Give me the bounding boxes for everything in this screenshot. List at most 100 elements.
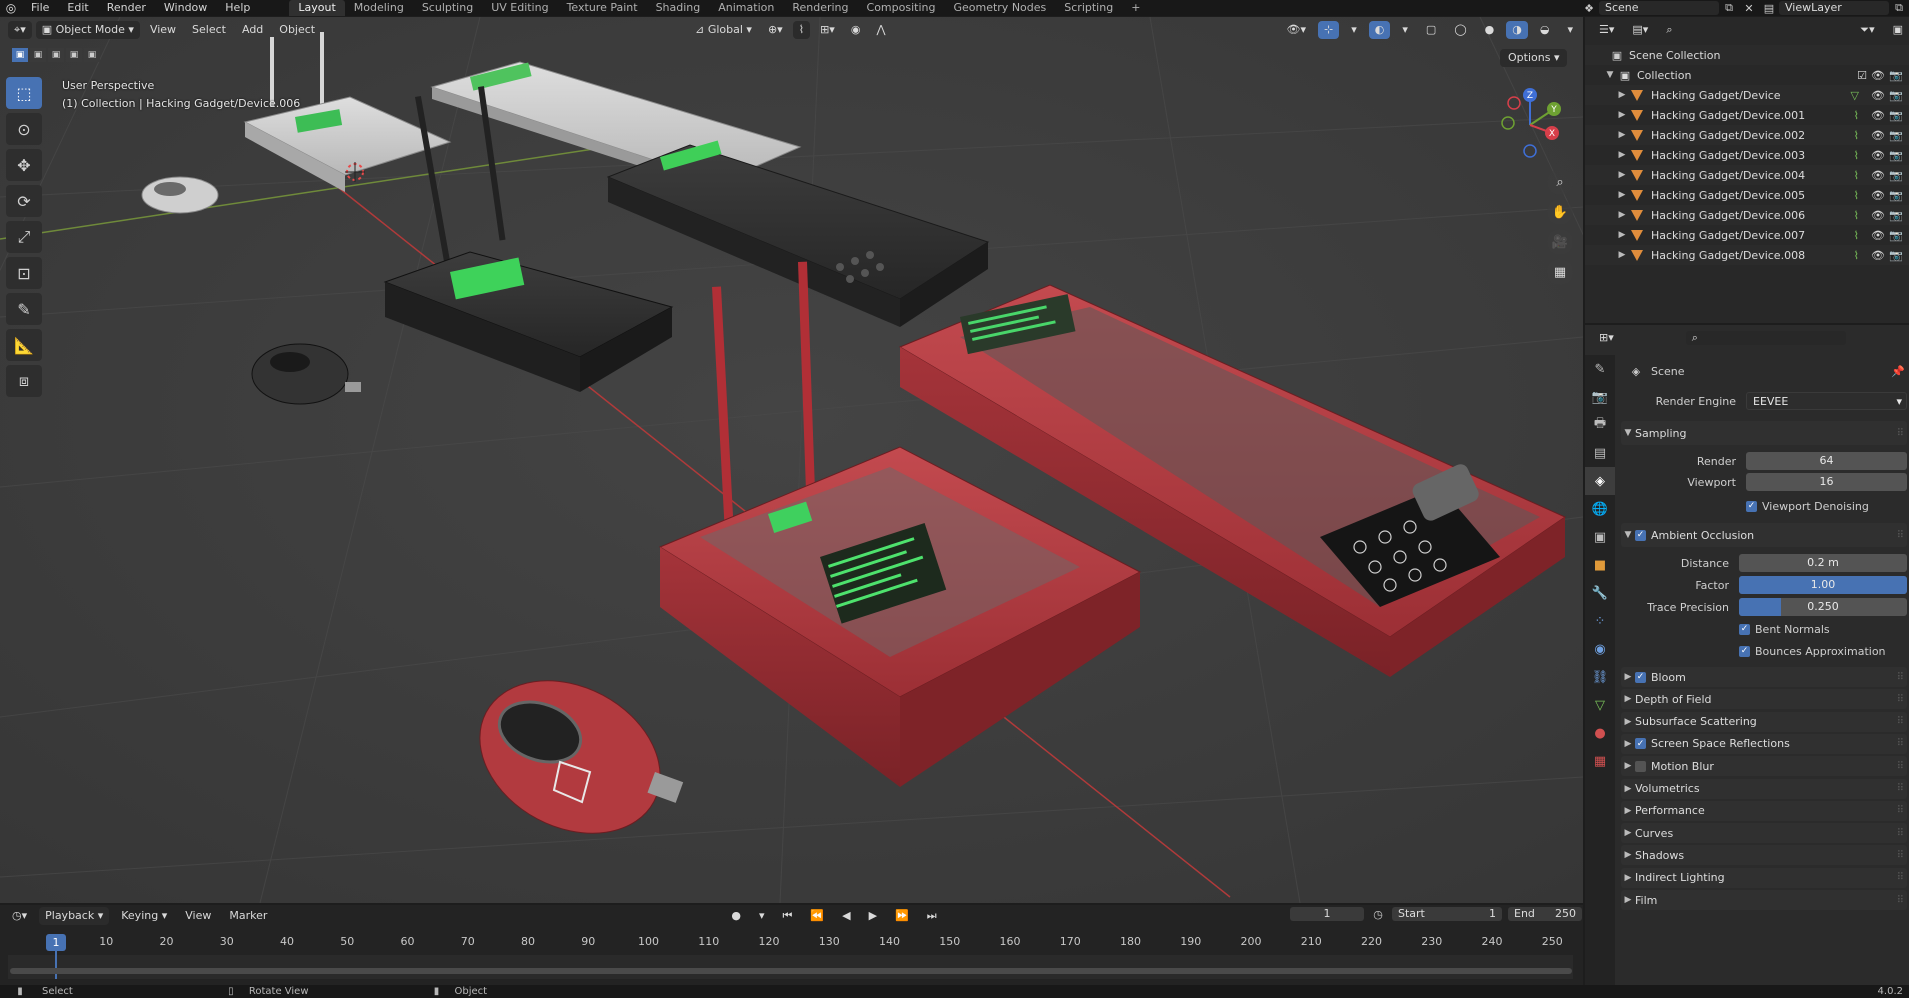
panel-header[interactable]: ▶ Indirect Lighting ⠿ xyxy=(1621,867,1907,888)
delete-scene-icon[interactable]: ✕ xyxy=(1739,2,1759,15)
expand-icon[interactable]: ▶ xyxy=(1615,250,1629,260)
menu-window[interactable]: Window xyxy=(155,0,216,16)
menu-select[interactable]: Select xyxy=(186,21,232,39)
tab-animation[interactable]: Animation xyxy=(709,0,783,16)
tab-sculpting[interactable]: Sculpting xyxy=(413,0,482,16)
viewport-scene[interactable] xyxy=(0,17,1583,903)
current-frame-field[interactable]: 1 xyxy=(1290,907,1364,921)
pan-hand-icon[interactable]: ✋ xyxy=(1547,199,1573,225)
viewport-denoising-row[interactable]: ✓ Viewport Denoising xyxy=(1621,496,1907,516)
outliner-item[interactable]: ▶ Hacking Gadget/Device.002 ⌇ 👁 📷 xyxy=(1585,125,1909,145)
scene-icon[interactable]: ❖ xyxy=(1579,2,1599,15)
camera-view-icon[interactable]: 🎥 xyxy=(1547,229,1573,255)
shading-dropdown-icon[interactable]: ▾ xyxy=(1561,21,1579,39)
modifier-icon[interactable]: ⌇ xyxy=(1854,229,1859,242)
visibility-eye-icon[interactable]: 👁 xyxy=(1871,189,1885,202)
material-tab-icon[interactable]: ● xyxy=(1585,719,1615,747)
options-button[interactable]: Options ▾ xyxy=(1500,49,1568,67)
keying-menu[interactable]: Keying ▾ xyxy=(115,907,173,925)
visibility-eye-icon[interactable]: 👁 xyxy=(1871,229,1885,242)
render-camera-icon[interactable]: 📷 xyxy=(1889,229,1903,242)
modifier-icon[interactable]: ⌇ xyxy=(1854,109,1859,122)
modifier-icon[interactable]: ⌇ xyxy=(1854,149,1859,162)
snap-icon[interactable]: ⌇ xyxy=(792,21,811,39)
object-mode-dropdown[interactable]: ▣ Object Mode ▾ xyxy=(35,21,140,39)
object-tab-icon[interactable]: ■ xyxy=(1585,551,1615,579)
outliner-item[interactable]: ▶ Hacking Gadget/Device.001 ⌇ 👁 📷 xyxy=(1585,105,1909,125)
properties-editor-type-icon[interactable]: ⊞▾ xyxy=(1593,329,1620,347)
drag-handle-icon[interactable]: ⠿ xyxy=(1897,738,1904,749)
drag-handle-icon[interactable]: ⠿ xyxy=(1897,895,1904,906)
tab-scripting[interactable]: Scripting xyxy=(1055,0,1122,16)
tool-tab-icon[interactable]: ✎ xyxy=(1585,355,1615,383)
render-samples-field[interactable]: 64 xyxy=(1746,452,1907,470)
sampling-panel-header[interactable]: ▼ Sampling ⠿ xyxy=(1621,421,1907,445)
preview-range-clock-icon[interactable]: ◷ xyxy=(1370,908,1386,921)
expand-icon[interactable]: ▶ xyxy=(1615,170,1629,180)
panel-header[interactable]: ▶ Volumetrics ⠿ xyxy=(1621,778,1907,799)
expand-icon[interactable]: ▶ xyxy=(1615,150,1629,160)
modifier-icon[interactable]: ⌇ xyxy=(1854,129,1859,142)
expand-icon[interactable]: ▶ xyxy=(1615,230,1629,240)
ao-factor-slider[interactable]: 1.00 xyxy=(1739,576,1907,594)
properties-search-input[interactable]: ⌕ xyxy=(1685,331,1846,345)
play-reverse-icon[interactable]: ◀ xyxy=(836,907,856,925)
menu-file[interactable]: File xyxy=(22,0,58,16)
render-engine-dropdown[interactable]: EEVEE ▾ xyxy=(1746,392,1907,410)
jump-next-key-icon[interactable]: ⏩ xyxy=(889,907,915,925)
modifier-icon[interactable]: ⌇ xyxy=(1854,249,1859,262)
scene-collection-row[interactable]: ▣ Scene Collection xyxy=(1585,45,1909,65)
physics-tab-icon[interactable]: ◉ xyxy=(1585,635,1615,663)
tab-layout[interactable]: Layout xyxy=(289,0,345,16)
ortho-grid-icon[interactable]: ▦ xyxy=(1547,259,1573,285)
texture-tab-icon[interactable]: ▦ xyxy=(1585,747,1615,775)
modifier-icon[interactable]: ⌇ xyxy=(1854,169,1859,182)
visibility-eye-icon[interactable]: 👁 xyxy=(1871,149,1885,162)
panel-header[interactable]: ▶ ✓ Screen Space Reflections ⠿ xyxy=(1621,733,1907,754)
expand-icon[interactable]: ▶ xyxy=(1615,90,1629,100)
select-intersect-icon[interactable]: ▣ xyxy=(84,48,100,62)
end-frame-field[interactable]: End 250 xyxy=(1508,907,1582,921)
timeline-scrollbar[interactable] xyxy=(10,968,1572,974)
ao-panel-header[interactable]: ▼ ✓ Ambient Occlusion ⠿ xyxy=(1621,523,1907,547)
display-mode-icon[interactable]: ▤▾ xyxy=(1626,21,1654,39)
rotate-tool-icon[interactable]: ⟳ xyxy=(6,185,42,217)
ao-distance-field[interactable]: 0.2 m xyxy=(1739,554,1907,572)
rendered-shading-icon[interactable]: ◒ xyxy=(1534,21,1556,39)
duplicate-layer-icon[interactable]: ⧉ xyxy=(1889,1,1909,15)
render-camera-icon[interactable]: 📷 xyxy=(1889,109,1903,122)
outliner-item[interactable]: ▶ Hacking Gadget/Device.007 ⌇ 👁 📷 xyxy=(1585,225,1909,245)
panel-header[interactable]: ▶ ✓ Bloom ⠿ xyxy=(1621,667,1907,687)
drag-handle-icon[interactable]: ⠿ xyxy=(1897,672,1904,683)
3d-viewport[interactable]: ⌖▾ ▣ Object Mode ▾ View Select Add Objec… xyxy=(0,17,1583,903)
drag-handle-icon[interactable]: ⠿ xyxy=(1897,805,1904,816)
outliner-editor-type-icon[interactable]: ☰▾ xyxy=(1593,21,1620,39)
overlay-dropdown-icon[interactable]: ▾ xyxy=(1396,21,1414,39)
transform-tool-icon[interactable]: ⊡ xyxy=(6,257,42,289)
proportional-edit-icon[interactable]: ◉ xyxy=(845,21,867,39)
visibility-eye-icon[interactable]: 👁 xyxy=(1871,249,1885,262)
wireframe-shading-icon[interactable]: ◯ xyxy=(1448,21,1472,39)
gizmo-dropdown-icon[interactable]: ▾ xyxy=(1345,21,1363,39)
data-tab-icon[interactable]: ▽ xyxy=(1585,691,1615,719)
timeline-ruler[interactable]: 10 20 30 40 50 60 70 80 90 100 110 120 130 140 150 160 1… xyxy=(8,935,1573,953)
expand-icon[interactable]: ▶ xyxy=(1615,110,1629,120)
outliner-item[interactable]: ▶ Hacking Gadget/Device.005 ⌇ 👁 📷 xyxy=(1585,185,1909,205)
transform-orientation-dropdown[interactable]: ⊿ Global ▾ xyxy=(689,21,758,39)
menu-edit[interactable]: Edit xyxy=(58,0,97,16)
collection-expand-icon[interactable]: ▼ xyxy=(1603,70,1617,80)
ao-enable-checkbox[interactable]: ✓ xyxy=(1635,529,1646,541)
render-camera-icon[interactable]: 📷 xyxy=(1889,249,1903,262)
drag-handle-icon[interactable]: ⠿ xyxy=(1897,428,1904,439)
new-collection-icon[interactable]: ▣ xyxy=(1887,21,1909,39)
panel-enable-checkbox[interactable]: ✓ xyxy=(1635,671,1646,683)
panel-header[interactable]: ▶ Shadows ⠿ xyxy=(1621,845,1907,866)
render-camera-icon[interactable]: 📷 xyxy=(1889,129,1903,142)
timeline-track-area[interactable] xyxy=(8,955,1573,979)
tab-uv-editing[interactable]: UV Editing xyxy=(482,0,557,16)
timeline-editor-type-icon[interactable]: ◷▾ xyxy=(6,907,33,925)
visibility-eye-icon[interactable]: 👁 xyxy=(1871,89,1885,102)
viewport-samples-field[interactable]: 16 xyxy=(1746,473,1907,491)
keyframe-type-icon[interactable]: ▾ xyxy=(753,907,771,925)
menu-view[interactable]: View xyxy=(144,21,182,39)
